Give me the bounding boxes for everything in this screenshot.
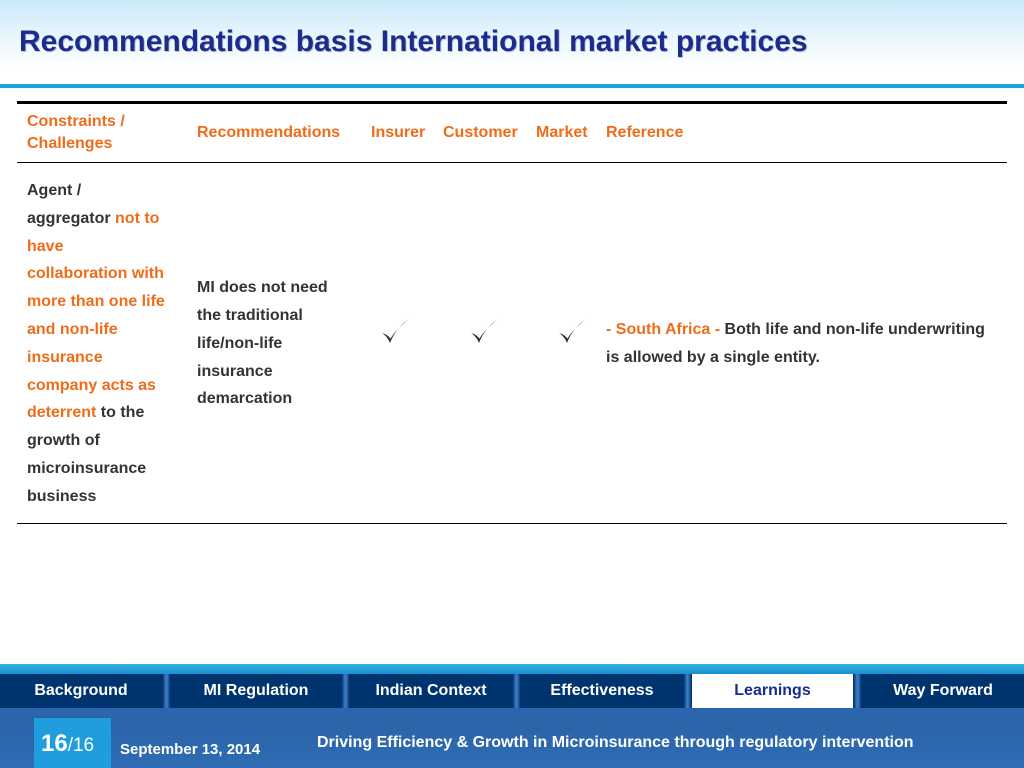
constraint-cell: Agent / aggregator not to have collabora…	[17, 163, 177, 524]
footer-caption: Driving Efficiency & Growth in Microinsu…	[317, 734, 914, 751]
header-customer: Customer	[443, 124, 518, 141]
recommendation-cell: MI does not need the traditional life/no…	[197, 279, 328, 408]
header-constraints: Constraints / Challenges	[27, 113, 125, 152]
nav-way-forward[interactable]: Way Forward	[862, 674, 1024, 708]
nav-separator	[683, 674, 692, 708]
constraint-prefix: Agent / aggregator	[27, 182, 116, 227]
header-recommendations: Recommendations	[197, 124, 341, 141]
check-icon	[382, 318, 409, 343]
page-number: 16/16	[41, 730, 94, 758]
footer-date: September 13, 2014	[120, 741, 261, 758]
nav-separator	[341, 674, 350, 708]
nav-indian-context[interactable]: Indian Context	[350, 674, 512, 708]
constraint-highlight: not to have collaboration with more than…	[27, 209, 165, 422]
nav-separator	[853, 674, 862, 708]
customer-cell	[433, 163, 526, 524]
title-rule	[0, 84, 1024, 88]
nav-top-rule	[0, 664, 1024, 674]
check-icon	[559, 318, 586, 343]
header-insurer: Insurer	[371, 124, 426, 141]
reference-highlight: - South Africa -	[606, 320, 725, 338]
table-row: Agent / aggregator not to have collabora…	[17, 163, 1007, 524]
nav-separator	[162, 674, 171, 708]
reference-cell: - South Africa - Both life and non-life …	[596, 163, 1007, 524]
header-market: Market	[536, 124, 588, 141]
recommendations-table: Constraints / Challenges Recommendations…	[17, 101, 1007, 524]
nav-separator	[512, 674, 521, 708]
check-icon	[471, 318, 498, 343]
page-total: /16	[67, 735, 95, 756]
slide-title: Recommendations basis International mark…	[19, 25, 808, 58]
page-current: 16	[41, 730, 68, 757]
nav-learnings[interactable]: Learnings	[692, 674, 853, 708]
nav-mi-regulation[interactable]: MI Regulation	[171, 674, 341, 708]
nav-effectiveness[interactable]: Effectiveness	[521, 674, 683, 708]
market-cell	[526, 163, 596, 524]
table-header-row: Constraints / Challenges Recommendations…	[17, 102, 1007, 163]
insurer-cell	[361, 163, 433, 524]
nav-background[interactable]: Background	[0, 674, 162, 708]
header-reference: Reference	[606, 124, 684, 141]
